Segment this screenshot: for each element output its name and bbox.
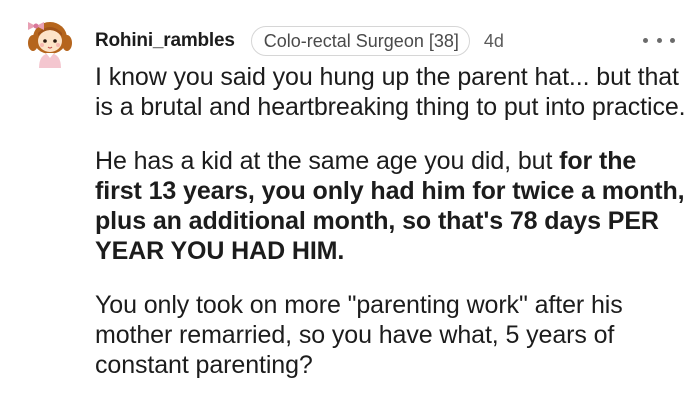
paragraph-text: You only took on more "parenting work" a… xyxy=(95,291,623,379)
comment-paragraph: You only took on more "parenting work" a… xyxy=(95,290,687,380)
cartoon-girl-avatar-icon[interactable] xyxy=(24,14,76,68)
more-dot xyxy=(643,37,648,43)
comment-body: I know you said you hung up the parent h… xyxy=(95,62,687,380)
more-horizontal-icon[interactable] xyxy=(643,34,675,46)
more-dot xyxy=(656,37,662,43)
comment: Rohini_rambles Colo-rectal Surgeon [38] … xyxy=(0,0,700,403)
comment-paragraph: I know you said you hung up the parent h… xyxy=(95,62,687,122)
paragraph-text: He has a kid at the same age you did, bu… xyxy=(95,147,560,175)
comment-paragraph: He has a kid at the same age you did, bu… xyxy=(95,146,687,266)
paragraph-text: I know you said you hung up the parent h… xyxy=(95,63,686,121)
comment-timestamp[interactable]: 4d xyxy=(484,31,504,52)
more-dot xyxy=(670,37,675,43)
user-flair-badge: Colo-rectal Surgeon [38] xyxy=(250,26,470,56)
username-link[interactable]: Rohini_rambles xyxy=(95,30,235,52)
comment-header: Rohini_rambles Colo-rectal Surgeon [38] … xyxy=(95,26,504,56)
